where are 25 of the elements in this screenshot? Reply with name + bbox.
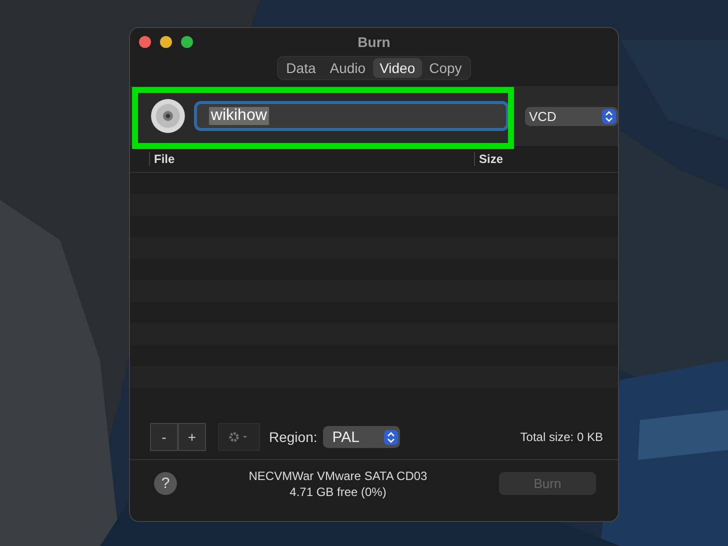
gear-menu-button[interactable]: [218, 423, 260, 451]
tab[interactable]: Data: [279, 58, 323, 78]
tab[interactable]: Audio: [322, 58, 373, 78]
stepper-icon: [602, 108, 616, 124]
region-label: Region:: [269, 429, 318, 445]
tab[interactable]: Video: [372, 58, 422, 78]
disc-name-field[interactable]: wikihow: [194, 101, 509, 131]
close-button[interactable]: [139, 36, 151, 48]
column-header[interactable]: Size: [474, 152, 594, 166]
remove-button[interactable]: -: [150, 423, 178, 451]
minimize-button[interactable]: [160, 36, 172, 48]
stepper-icon: [384, 430, 398, 444]
region-popup[interactable]: PAL: [323, 426, 400, 448]
tab[interactable]: Copy: [422, 58, 469, 78]
format-popup[interactable]: VCD: [525, 106, 618, 126]
help-button[interactable]: ?: [154, 472, 177, 495]
total-size: Total size: 0 KB: [520, 430, 603, 444]
zoom-button[interactable]: [181, 36, 193, 48]
free-space: 4.71 GB free (0%): [290, 484, 386, 498]
column-header[interactable]: File: [149, 152, 474, 166]
gear-icon: [228, 431, 250, 443]
device-name: NECVMWar VMware SATA CD03: [248, 468, 428, 482]
disc-icon: [150, 98, 186, 134]
add-button[interactable]: +: [178, 423, 206, 451]
window-title: Burn: [358, 34, 390, 50]
